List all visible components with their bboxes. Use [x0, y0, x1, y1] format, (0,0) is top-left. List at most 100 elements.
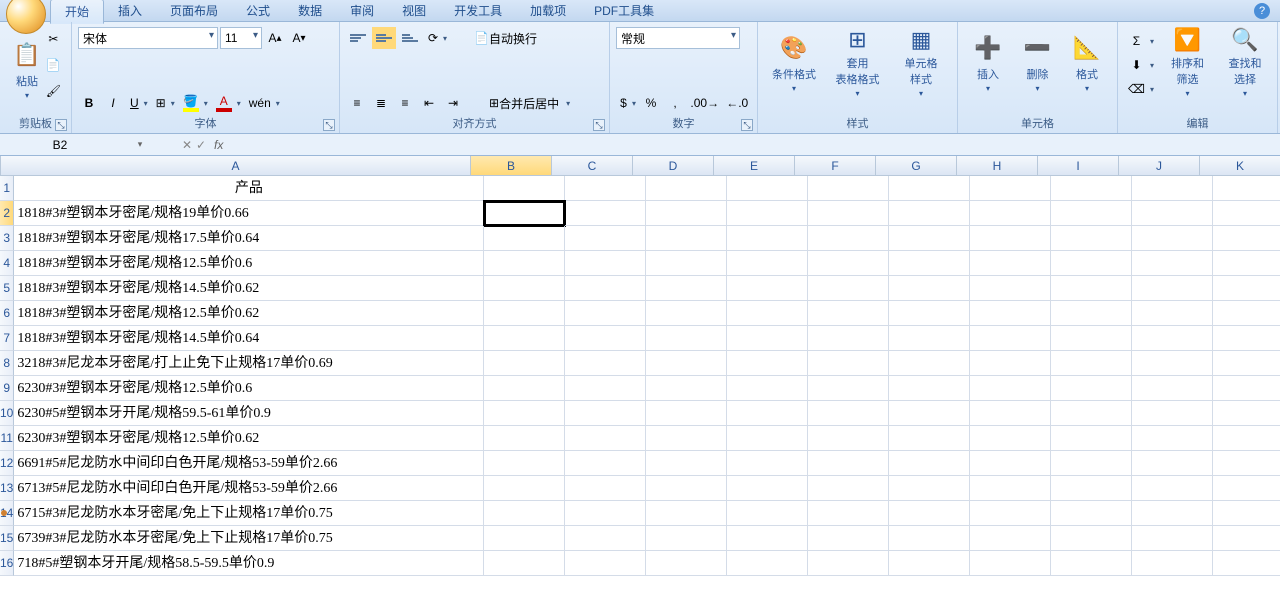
cell-A5[interactable]: 1818#3#塑钢本牙密尾/规格14.5单价0.62 — [14, 276, 484, 301]
cell-A7[interactable]: 1818#3#塑钢本牙密尾/规格14.5单价0.64 — [14, 326, 484, 351]
cell-J7[interactable] — [1132, 326, 1213, 351]
cell-K14[interactable] — [1213, 501, 1280, 526]
font-name-input[interactable] — [78, 27, 218, 49]
dialog-launcher-icon[interactable]: ⤡ — [593, 119, 605, 131]
orientation-button[interactable]: ⟳ — [424, 27, 449, 49]
align-right-button[interactable]: ≡ — [394, 92, 416, 114]
cell-C12[interactable] — [565, 451, 646, 476]
cell-A1[interactable]: 产品 — [14, 176, 484, 201]
cut-button[interactable]: ✂ — [42, 28, 65, 50]
fx-icon[interactable]: fx — [208, 138, 229, 152]
cell-H13[interactable] — [970, 476, 1051, 501]
cell-B5[interactable] — [484, 276, 565, 301]
cell-K11[interactable] — [1213, 426, 1280, 451]
cell-E1[interactable] — [727, 176, 808, 201]
row-header-6[interactable]: 6 — [0, 301, 14, 326]
cell-K13[interactable] — [1213, 476, 1280, 501]
cell-J6[interactable] — [1132, 301, 1213, 326]
fill-button[interactable]: ⬇ — [1124, 54, 1156, 76]
tab-4[interactable]: 数据 — [284, 0, 336, 24]
col-header-F[interactable]: F — [795, 156, 876, 175]
cell-E11[interactable] — [727, 426, 808, 451]
cell-E16[interactable] — [727, 551, 808, 576]
col-header-C[interactable]: C — [552, 156, 633, 175]
cell-F8[interactable] — [808, 351, 889, 376]
cell-H11[interactable] — [970, 426, 1051, 451]
cell-C4[interactable] — [565, 251, 646, 276]
dialog-launcher-icon[interactable]: ⤡ — [323, 119, 335, 131]
cell-D8[interactable] — [646, 351, 727, 376]
cell-C11[interactable] — [565, 426, 646, 451]
cell-B4[interactable] — [484, 251, 565, 276]
cell-F13[interactable] — [808, 476, 889, 501]
col-header-K[interactable]: K — [1200, 156, 1280, 175]
indent-increase-button[interactable]: ⇥ — [442, 92, 464, 114]
cell-C9[interactable] — [565, 376, 646, 401]
cell-E2[interactable] — [727, 201, 808, 226]
fill-color-button[interactable]: 🪣 — [179, 92, 210, 114]
dialog-launcher-icon[interactable]: ⤡ — [55, 119, 67, 131]
cell-A9[interactable]: 6230#3#塑钢本牙密尾/规格12.5单价0.6 — [14, 376, 484, 401]
cell-B9[interactable] — [484, 376, 565, 401]
cell-G9[interactable] — [889, 376, 970, 401]
merge-center-button[interactable]: ⊞ 合并后居中 — [482, 92, 572, 114]
cell-C3[interactable] — [565, 226, 646, 251]
cell-I5[interactable] — [1051, 276, 1132, 301]
autosum-button[interactable]: Σ — [1124, 30, 1156, 52]
font-size-input[interactable] — [220, 27, 262, 49]
cell-styles-button[interactable]: ▦单元格 样式▾ — [891, 26, 951, 98]
insert-button[interactable]: ➕插入▾ — [964, 26, 1012, 98]
cell-G15[interactable] — [889, 526, 970, 551]
cell-J9[interactable] — [1132, 376, 1213, 401]
cell-K6[interactable] — [1213, 301, 1280, 326]
col-header-D[interactable]: D — [633, 156, 714, 175]
col-header-G[interactable]: G — [876, 156, 957, 175]
cell-H2[interactable] — [970, 201, 1051, 226]
cell-B14[interactable] — [484, 501, 565, 526]
cell-C1[interactable] — [565, 176, 646, 201]
row-header-1[interactable]: 1 — [0, 176, 14, 201]
cell-G16[interactable] — [889, 551, 970, 576]
cancel-icon[interactable]: ✕ — [180, 138, 194, 152]
shrink-font-button[interactable]: A▾ — [288, 27, 310, 49]
help-icon[interactable]: ? — [1254, 3, 1270, 19]
copy-button[interactable]: 📄 — [42, 54, 65, 76]
cell-K3[interactable] — [1213, 226, 1280, 251]
currency-button[interactable]: $ — [616, 92, 638, 114]
cell-D7[interactable] — [646, 326, 727, 351]
align-center-button[interactable]: ≣ — [370, 92, 392, 114]
cell-J15[interactable] — [1132, 526, 1213, 551]
cell-C13[interactable] — [565, 476, 646, 501]
row-header-12[interactable]: 12 — [0, 451, 14, 476]
tab-5[interactable]: 审阅 — [336, 0, 388, 24]
cell-I13[interactable] — [1051, 476, 1132, 501]
indent-decrease-button[interactable]: ⇤ — [418, 92, 440, 114]
cell-H15[interactable] — [970, 526, 1051, 551]
row-header-9[interactable]: 9 — [0, 376, 14, 401]
cell-I7[interactable] — [1051, 326, 1132, 351]
cell-E6[interactable] — [727, 301, 808, 326]
cell-K5[interactable] — [1213, 276, 1280, 301]
cell-F15[interactable] — [808, 526, 889, 551]
row-header-5[interactable]: 5 — [0, 276, 14, 301]
find-select-button[interactable]: 🔍查找和 选择▾ — [1219, 26, 1271, 98]
cell-J8[interactable] — [1132, 351, 1213, 376]
number-format-select[interactable] — [616, 27, 740, 49]
cell-E5[interactable] — [727, 276, 808, 301]
cell-K7[interactable] — [1213, 326, 1280, 351]
cell-D12[interactable] — [646, 451, 727, 476]
cell-I16[interactable] — [1051, 551, 1132, 576]
cell-J5[interactable] — [1132, 276, 1213, 301]
cell-B13[interactable] — [484, 476, 565, 501]
cell-K2[interactable] — [1213, 201, 1280, 226]
cell-G1[interactable] — [889, 176, 970, 201]
cell-A11[interactable]: 6230#3#塑钢本牙密尾/规格12.5单价0.62 — [14, 426, 484, 451]
cells-area[interactable]: 产品1818#3#塑钢本牙密尾/规格19单价0.661818#3#塑钢本牙密尾/… — [14, 176, 1280, 576]
cell-D11[interactable] — [646, 426, 727, 451]
cell-G11[interactable] — [889, 426, 970, 451]
cell-J3[interactable] — [1132, 226, 1213, 251]
cell-C5[interactable] — [565, 276, 646, 301]
cell-K10[interactable] — [1213, 401, 1280, 426]
cell-A13[interactable]: 6713#5#尼龙防水中间印白色开尾/规格53-59单价2.66 — [14, 476, 484, 501]
cell-I6[interactable] — [1051, 301, 1132, 326]
